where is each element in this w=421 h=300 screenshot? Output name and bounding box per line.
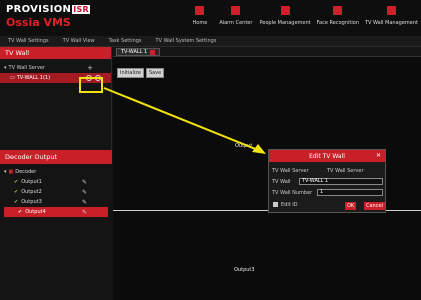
nav-tv-wall-management[interactable]: TV Wall Management bbox=[362, 3, 421, 33]
top-bar: PROVISION ISR Ossia VMS Home Alarm Center… bbox=[0, 0, 421, 36]
decoder-title: Decoder Output bbox=[0, 150, 112, 164]
nav-alarm-center[interactable]: Alarm Center bbox=[216, 3, 255, 33]
tab-bar: TV Wall Settings TV Wall View Task Setti… bbox=[0, 36, 421, 47]
check-icon: ✔ bbox=[14, 199, 19, 205]
edit-icon[interactable]: ✎ bbox=[82, 199, 87, 206]
decoder-output-item[interactable]: ✔ Output2 ✎ bbox=[0, 187, 112, 197]
alarm-icon bbox=[231, 6, 241, 15]
nav-label: Alarm Center bbox=[219, 20, 253, 26]
nav-label: TV Wall Management bbox=[364, 20, 418, 26]
output-label: Output3 bbox=[21, 199, 42, 205]
check-icon: ✔ bbox=[18, 209, 23, 215]
server-label: TV Wall Server bbox=[272, 168, 309, 174]
ok-button[interactable]: OK bbox=[345, 202, 357, 210]
decoder-icon: ■ bbox=[8, 169, 14, 175]
nav-home[interactable]: Home bbox=[190, 3, 211, 33]
highlight-box bbox=[79, 77, 103, 93]
tab-tv-wall-view[interactable]: TV Wall View bbox=[55, 36, 101, 46]
nav-people-management[interactable]: People Management bbox=[256, 3, 313, 33]
brand-name: PROVISION bbox=[6, 4, 72, 15]
main-nav: Home Alarm Center People Management Face… bbox=[190, 3, 421, 33]
tv-wall-item-icon: ▭ bbox=[10, 75, 15, 81]
edit-id-label: Edit ID bbox=[281, 202, 298, 208]
tree-item-label: TV-WALL 1(1) bbox=[16, 75, 51, 81]
edit-id-checkbox[interactable] bbox=[273, 202, 278, 207]
product-name: Ossia VMS bbox=[6, 16, 71, 29]
initialize-button[interactable]: Initialize bbox=[117, 68, 144, 78]
decoder-output-item[interactable]: ✔ Output1 ✎ bbox=[0, 177, 112, 187]
edit-icon[interactable]: ✎ bbox=[82, 209, 87, 216]
wall-tab[interactable]: TV-WALL 1 bbox=[116, 48, 161, 56]
tree-root-label: TV Wall Server bbox=[8, 65, 46, 71]
close-icon[interactable]: ✕ bbox=[376, 152, 381, 159]
tab-task-settings[interactable]: Task Settings bbox=[101, 36, 148, 46]
check-icon: ✔ bbox=[14, 189, 19, 195]
output-label: Output4 bbox=[25, 209, 46, 215]
decoder-output-panel: Decoder Output ▾ ■ Decoder ✔ Output1 ✎ ✔… bbox=[0, 150, 112, 300]
caret-icon: ▾ bbox=[4, 169, 7, 175]
edit-icon[interactable]: ✎ bbox=[82, 189, 87, 196]
tv-wall-name-input[interactable]: TV-WALL 1 bbox=[299, 178, 383, 185]
nav-label: People Management bbox=[259, 20, 311, 26]
tab-tv-wall-settings[interactable]: TV Wall Settings bbox=[0, 36, 55, 46]
dialog-header: Edit TV Wall ✕ bbox=[269, 150, 385, 162]
decoder-output-item[interactable]: ✔ Output3 ✎ bbox=[0, 197, 112, 207]
add-icon[interactable]: + bbox=[87, 64, 93, 72]
tv-wall-number-input[interactable]: 1 bbox=[317, 189, 383, 196]
logo: PROVISION ISR Ossia VMS bbox=[6, 4, 91, 29]
name-label: TV Wall bbox=[272, 179, 291, 185]
edit-tv-wall-dialog: Edit TV Wall ✕ TV Wall Server TV Wall Se… bbox=[268, 149, 386, 213]
output-top-label: Output bbox=[235, 143, 253, 149]
save-button[interactable]: Save bbox=[145, 68, 165, 78]
panel-title: TV Wall bbox=[0, 47, 111, 59]
nav-label: Home bbox=[192, 20, 208, 26]
server-value: TV Wall Server bbox=[327, 168, 364, 174]
cancel-button[interactable]: Cancel bbox=[364, 202, 385, 210]
output-label: Output1 bbox=[21, 179, 42, 185]
face-recognition-icon bbox=[333, 6, 343, 15]
decoder-root-label: Decoder bbox=[15, 169, 37, 175]
nav-label: Face Recognition bbox=[316, 20, 359, 26]
output-bottom-label: Output3 bbox=[234, 267, 255, 273]
wall-tab-label: TV-WALL 1 bbox=[121, 49, 148, 55]
output-label: Output2 bbox=[21, 189, 42, 195]
tab-tv-wall-system-settings[interactable]: TV Wall System Settings bbox=[148, 36, 223, 46]
edit-icon[interactable]: ✎ bbox=[82, 179, 87, 186]
dialog-title: Edit TV Wall bbox=[309, 152, 345, 160]
wall-tab-bar: TV-WALL 1 bbox=[113, 47, 421, 57]
tv-wall-icon bbox=[386, 6, 396, 15]
decoder-output-item[interactable]: ✔ Output4 ✎ bbox=[4, 207, 108, 217]
check-icon: ✔ bbox=[14, 179, 19, 185]
decoder-root[interactable]: ▾ ■ Decoder bbox=[0, 167, 112, 177]
close-icon[interactable] bbox=[150, 49, 156, 55]
number-label: TV Wall Number bbox=[272, 190, 313, 196]
tree-root[interactable]: ▾ TV Wall Server + bbox=[0, 63, 111, 73]
wall-toolbar: Initialize Save bbox=[113, 67, 421, 79]
brand-suffix: ISR bbox=[72, 5, 91, 14]
people-icon bbox=[280, 6, 290, 15]
caret-icon: ▾ bbox=[4, 65, 7, 71]
home-icon bbox=[195, 6, 205, 15]
nav-face-recognition[interactable]: Face Recognition bbox=[314, 3, 362, 33]
